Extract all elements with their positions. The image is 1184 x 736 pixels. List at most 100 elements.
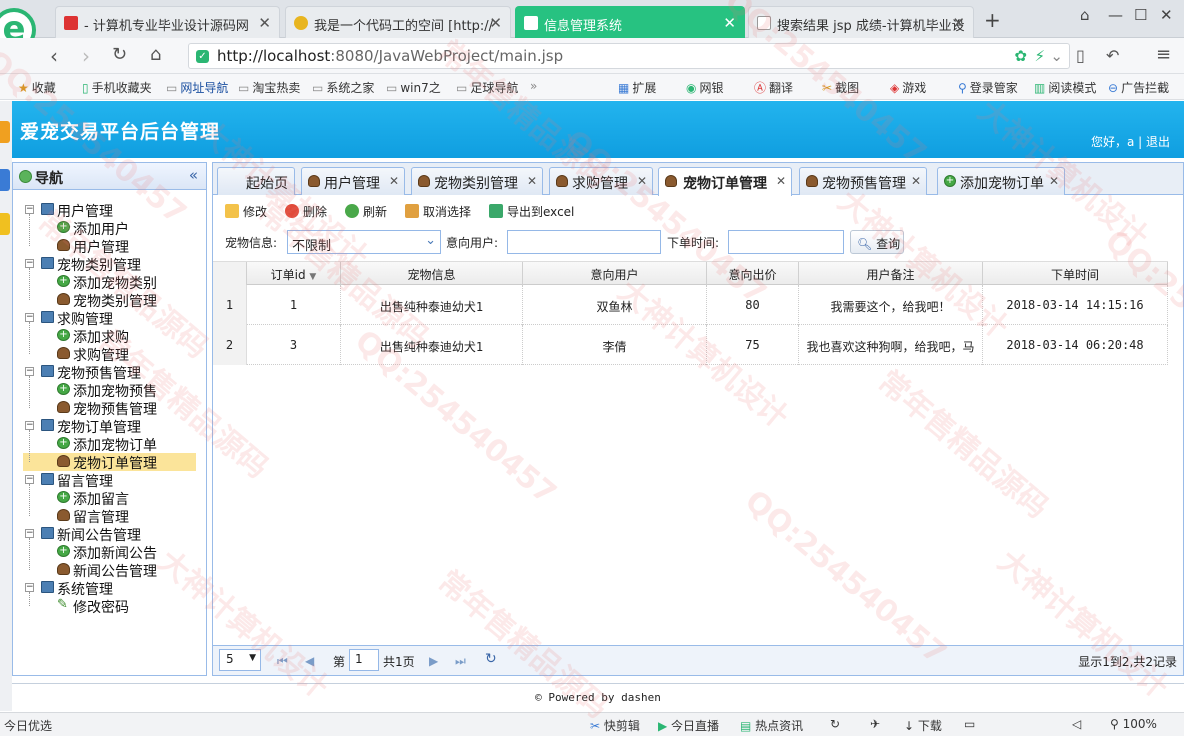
read-mode-button[interactable]: ▥ 阅读模式: [1034, 79, 1096, 96]
new-tab-button[interactable]: +: [984, 8, 1001, 32]
page-number-input[interactable]: 1: [349, 649, 379, 671]
tree-item-selected[interactable]: 宠物订单管理: [23, 453, 196, 472]
tree-item[interactable]: 用户管理: [23, 237, 196, 256]
sidebar-icon[interactable]: [0, 121, 10, 143]
game-button[interactable]: ◈ 游戏: [890, 79, 926, 96]
tree-item[interactable]: 新闻公告管理: [23, 561, 196, 580]
tab-category-manage[interactable]: 宠物类别管理 ✕: [411, 167, 543, 195]
collapse-toggle-icon[interactable]: −: [25, 313, 34, 322]
bookmark-item[interactable]: ▭ 系统之家: [312, 79, 374, 96]
collapse-toggle-icon[interactable]: −: [25, 475, 34, 484]
close-icon[interactable]: ✕: [527, 174, 537, 188]
bookmark-item[interactable]: ▭ win7之: [386, 79, 441, 96]
tree-group[interactable]: − 新闻公告管理: [13, 525, 196, 544]
bookmark-more[interactable]: »: [530, 79, 537, 93]
tree-item[interactable]: + 添加用户: [23, 219, 196, 238]
tree-item[interactable]: + 添加宠物订单: [23, 435, 196, 454]
tree-item[interactable]: + 添加留言: [23, 489, 196, 508]
tree-group[interactable]: − 宠物类别管理: [13, 255, 196, 274]
volume-icon[interactable]: ◁: [1072, 717, 1081, 731]
close-icon[interactable]: ✕: [637, 174, 647, 188]
sidebar-icon[interactable]: [0, 169, 10, 191]
reload-icon[interactable]: ↻: [112, 44, 127, 65]
export-excel-button[interactable]: 导出到excel: [489, 203, 574, 220]
refresh-icon[interactable]: ↻: [830, 717, 840, 731]
url-input[interactable]: ✓ http://localhost:8080/JavaWebProject/m…: [188, 43, 1070, 69]
browser-tab[interactable]: 我是一个代码工的空间 [http:// ✕: [285, 6, 511, 38]
login-manager-button[interactable]: ⚲ 登录管家: [958, 79, 1018, 96]
tree-group[interactable]: − 用户管理: [13, 201, 196, 220]
adblock-button[interactable]: ⊖ 广告拦截: [1108, 79, 1169, 96]
query-button[interactable]: 🔍︎ 查询: [850, 230, 904, 254]
column-header[interactable]: 订单id ▼: [247, 262, 341, 286]
close-icon[interactable]: ✕: [389, 174, 399, 188]
home-icon[interactable]: ⌂: [150, 44, 161, 65]
tree-item[interactable]: 求购管理: [23, 345, 196, 364]
bookmark-item[interactable]: ▭ 淘宝热卖: [238, 79, 300, 96]
collapse-toggle-icon[interactable]: −: [25, 583, 34, 592]
tree-group[interactable]: − 系统管理: [13, 579, 196, 598]
tree-item[interactable]: + 添加宠物预售: [23, 381, 196, 400]
refresh-button[interactable]: 刷新: [345, 203, 387, 220]
delete-button[interactable]: 删除: [285, 203, 327, 220]
tree-item[interactable]: + 添加新闻公告: [23, 543, 196, 562]
minimize-icon[interactable]: —: [1108, 6, 1123, 24]
phone-icon[interactable]: ▯: [1076, 46, 1085, 65]
tab-order-manage[interactable]: 宠物订单管理 ✕: [658, 167, 792, 196]
tree-group[interactable]: − 宠物预售管理: [13, 363, 196, 382]
collapse-toggle-icon[interactable]: −: [25, 259, 34, 268]
unselect-button[interactable]: 取消选择: [405, 203, 471, 220]
maximize-icon[interactable]: ☐: [1134, 6, 1147, 24]
dropdown-icon[interactable]: ⌄: [1050, 47, 1063, 65]
status-item[interactable]: ▤ 热点资讯: [740, 717, 803, 734]
greeting-logout[interactable]: 您好，a | 退出: [1091, 133, 1170, 150]
column-header[interactable]: 用户备注: [799, 262, 983, 286]
reload-icon[interactable]: ↻: [485, 651, 497, 667]
tree-group[interactable]: − 留言管理: [13, 471, 196, 490]
column-header[interactable]: 宠物信息: [341, 262, 523, 286]
browser-tab[interactable]: - 计算机专业毕业设计源码网 ✕: [55, 6, 280, 38]
collapse-toggle-icon[interactable]: −: [25, 367, 34, 376]
collapse-icon[interactable]: «: [189, 166, 198, 184]
close-icon[interactable]: ✕: [952, 14, 965, 32]
bookmark-item[interactable]: ★ 收藏: [18, 79, 56, 96]
column-header[interactable]: 意向用户: [523, 262, 707, 286]
column-header[interactable]: 意向出价: [707, 262, 799, 286]
bookmark-item[interactable]: ▯ 手机收藏夹: [82, 79, 152, 96]
close-icon[interactable]: ✕: [489, 14, 502, 32]
tab-user-manage[interactable]: 用户管理 ✕: [301, 167, 405, 195]
edit-button[interactable]: 修改: [225, 203, 267, 220]
tab-purchase-manage[interactable]: 求购管理 ✕: [549, 167, 653, 195]
close-icon[interactable]: ✕: [776, 174, 786, 188]
collapse-toggle-icon[interactable]: −: [25, 421, 34, 430]
prev-page-icon[interactable]: ◀: [305, 654, 314, 668]
tab-start[interactable]: 起始页: [217, 167, 295, 195]
column-header[interactable]: 下单时间: [983, 262, 1168, 286]
pet-filter-select[interactable]: 不限制 ⌄: [287, 230, 441, 254]
forward-icon[interactable]: ›: [82, 44, 90, 68]
speed-icon[interactable]: ✿: [1014, 47, 1027, 65]
tab-presale-manage[interactable]: 宠物预售管理 ✕: [799, 167, 927, 195]
pin-icon[interactable]: ✈: [870, 717, 880, 731]
tree-group[interactable]: − 宠物订单管理: [13, 417, 196, 436]
bank-button[interactable]: ◉ 网银: [686, 79, 724, 96]
sidebar-icon[interactable]: [0, 213, 10, 235]
status-today-pick[interactable]: 今日优选: [4, 717, 52, 734]
skin-icon[interactable]: ⌂: [1080, 6, 1090, 24]
tree-item[interactable]: + 添加宠物类别: [23, 273, 196, 292]
time-filter-input[interactable]: [728, 230, 844, 254]
layout-icon[interactable]: ▭: [964, 717, 975, 731]
table-row[interactable]: 1 1 出售纯种泰迪幼犬1 双鱼林 80 我需要这个，给我吧！ 2018-03-…: [213, 285, 1168, 325]
tree-item[interactable]: 留言管理: [23, 507, 196, 526]
collapse-toggle-icon[interactable]: −: [25, 529, 34, 538]
extension-button[interactable]: ▦ 扩展: [618, 79, 656, 96]
close-window-icon[interactable]: ✕: [1160, 6, 1173, 24]
screenshot-button[interactable]: ✂ 截图: [822, 79, 859, 96]
close-icon[interactable]: ✕: [723, 14, 736, 32]
back-icon[interactable]: ‹: [50, 44, 58, 68]
collapse-toggle-icon[interactable]: −: [25, 205, 34, 214]
tree-group[interactable]: − 求购管理: [13, 309, 196, 328]
user-filter-input[interactable]: [507, 230, 661, 254]
tab-add-order[interactable]: + 添加宠物订单 ✕: [937, 167, 1065, 195]
bookmark-item[interactable]: ▭ 网址导航: [166, 79, 228, 96]
